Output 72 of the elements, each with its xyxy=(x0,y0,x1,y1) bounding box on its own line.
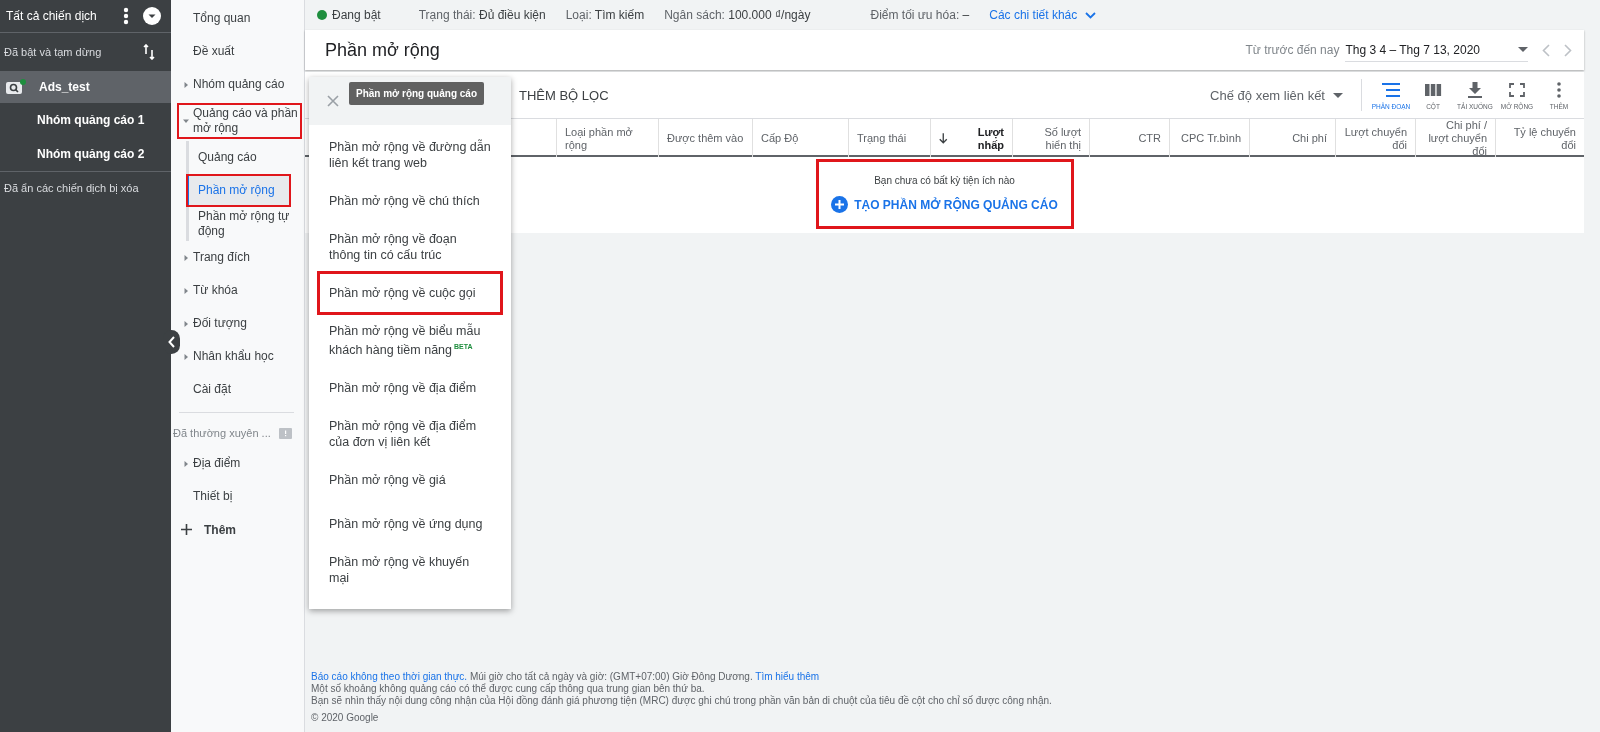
footer-note: Một số khoảng không quảng cáo có thể được cung cấp thông qua trung gian bên thứ ba. xyxy=(311,683,706,695)
segment-icon xyxy=(1381,80,1401,99)
nav-item[interactable]: Nhóm quảng cáo xyxy=(182,68,300,101)
expand-arrow-icon xyxy=(183,287,189,294)
realtime-link[interactable]: Báo cáo không theo thời gian thực. xyxy=(311,671,468,682)
page-title: Phần mở rộng xyxy=(325,39,441,61)
expand-arrow-icon xyxy=(183,118,189,124)
expand-arrow-icon xyxy=(183,460,189,467)
status-field: Ngân sách: 100.000 ₫/ngày xyxy=(664,8,811,22)
nav-subitem[interactable]: Phần mở rộng tự động xyxy=(186,207,304,241)
nav-item[interactable]: Cài đặt xyxy=(182,373,300,406)
campaign-item[interactable]: Ads_test xyxy=(0,71,171,103)
nav-item[interactable]: Địa điểm xyxy=(182,447,300,480)
menu-item[interactable]: Phần mở rộng về địa điểm của đơn vị liên kết xyxy=(317,410,503,459)
caret-icon xyxy=(1518,47,1528,52)
sort-down-icon xyxy=(939,133,948,144)
filter-label[interactable]: Đã bật và tạm dừng xyxy=(4,46,102,58)
campaign-status: Đang bật xyxy=(317,8,381,22)
date-range-dropdown[interactable]: Thg 3 4 – Thg 7 13, 2020 xyxy=(1345,38,1528,62)
menu-item[interactable]: Phần mở rộng về ứng dụng xyxy=(317,502,503,547)
nav-item[interactable]: Tổng quan xyxy=(182,2,300,35)
menu-item[interactable]: Phần mở rộng về giá xyxy=(317,458,503,503)
add-link[interactable]: Thêm xyxy=(204,522,236,537)
status-field: Loại: Tìm kiếm xyxy=(565,8,645,22)
menu-item[interactable]: Phần mở rộng về biểu mẫu khách hàng tiềm năng $^{BETA}$ xyxy=(317,315,503,367)
menu-item[interactable]: Phần mở rộng về đoạn thông tin có cấu trúc xyxy=(317,223,503,271)
plus-circle-icon xyxy=(831,196,849,213)
nav-item[interactable]: Nhân khẩu học xyxy=(182,340,300,373)
copyright: © 2020 Google xyxy=(311,712,380,724)
nav-item[interactable]: Quảng cáo và phần mở rộng xyxy=(177,103,302,139)
status-field: Trạng thái: Đủ điều kiện xyxy=(418,8,546,22)
more-icon xyxy=(1557,80,1561,99)
learn-more-link[interactable]: Tìm hiểu thêm xyxy=(755,671,820,682)
nav-item[interactable]: Trang đích xyxy=(182,241,300,274)
menu-item[interactable]: Phần mở rộng về khuyến mại xyxy=(317,546,503,595)
chevron-down-icon[interactable] xyxy=(1085,11,1097,19)
expand-arrow-icon xyxy=(183,320,189,327)
empty-message: Bạn chưa có bất kỳ tiện ích nào xyxy=(874,175,1015,186)
nav-subitem[interactable]: Phần mở rộng xyxy=(186,174,291,207)
more-icon[interactable] xyxy=(123,7,129,25)
create-extension-button[interactable]: TẠO PHẦN MỞ RỘNG QUẢNG CÁO xyxy=(831,196,1058,213)
dropdown-icon[interactable] xyxy=(143,7,161,25)
ad-group-item[interactable]: Nhóm quảng cáo 2 xyxy=(0,137,171,171)
expand-arrow-icon xyxy=(183,353,189,360)
campaigns-title[interactable]: Tất cả chiến dịch xyxy=(6,9,109,23)
hidden-campaigns-note[interactable]: Đã ẩn các chiến dịch bị xóa xyxy=(4,182,139,194)
sort-icon[interactable] xyxy=(143,44,155,60)
fullscreen-icon xyxy=(1507,80,1527,99)
timezone-notice: Báo cáo không theo thời gian thực. Múi giờ cho tất cả ngày và giờ: (GMT+07:00) Giờ Đông Dương. Tìm hiểu thêm xyxy=(311,671,821,683)
nav-item[interactable]: Thiết bị xyxy=(182,480,300,513)
menu-item[interactable]: Phần mở rộng về chú thích xyxy=(317,179,503,223)
nav-item[interactable]: Đề xuất xyxy=(182,35,300,68)
expand-arrow-icon xyxy=(183,254,189,261)
details-link[interactable]: Các chi tiết khác xyxy=(989,8,1078,22)
date-range-label: Từ trước đến nay xyxy=(1245,43,1340,57)
footer-note: Bạn sẽ nhìn thấy nội dung công nhận của Hội đồng đánh giá phương tiện (MRC) được ghi chú trong phần văn bản di chuột của tiêu đề cột cho chỉ số được công nhận. xyxy=(311,695,1053,707)
add-filter-button[interactable]: THÊM BỘ LỌC xyxy=(515,83,613,107)
caret-icon xyxy=(1333,92,1343,98)
ad-group-item[interactable]: Nhóm quảng cáo 1 xyxy=(0,103,171,137)
status-field: Điểm tối ưu hóa: – xyxy=(870,8,970,22)
section-label: Đã thường xuyên ... xyxy=(173,427,271,439)
menu-item[interactable]: Phần mở rộng về cuộc gọi xyxy=(317,271,503,315)
download-icon xyxy=(1465,80,1485,99)
plus-icon[interactable] xyxy=(181,524,192,535)
tooltip: Phần mở rộng quảng cáo xyxy=(349,82,484,105)
nav-item[interactable]: Từ khóa xyxy=(182,274,300,307)
nav-item[interactable]: Đối tượng xyxy=(182,307,300,340)
expand-arrow-icon xyxy=(183,81,189,88)
view-mode-dropdown[interactable]: Chế độ xem liên kết xyxy=(1210,87,1343,103)
menu-item[interactable]: Phần mở rộng về đường dẫn liên kết trang web xyxy=(317,131,503,179)
nav-subitem[interactable]: Quảng cáo xyxy=(186,141,304,174)
menu-item[interactable]: Phần mở rộng về địa điểm xyxy=(317,366,503,411)
